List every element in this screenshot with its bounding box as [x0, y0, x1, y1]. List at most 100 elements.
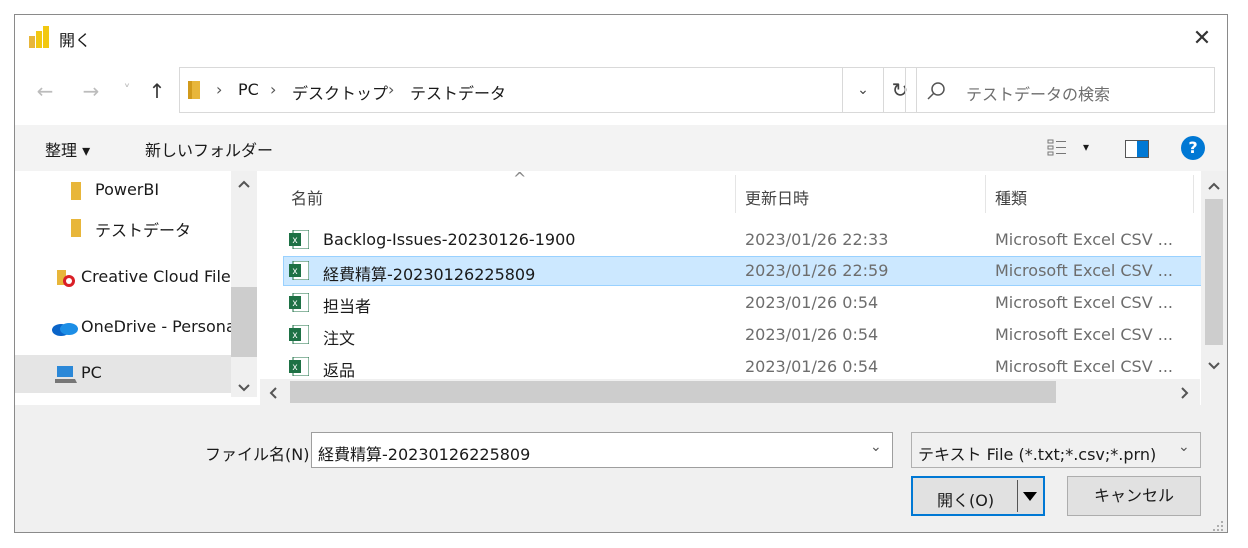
scroll-left-icon[interactable] — [268, 386, 278, 400]
view-options-icon[interactable] — [1047, 139, 1067, 157]
resize-grip-icon[interactable] — [1211, 519, 1225, 533]
excel-csv-icon: x — [289, 325, 309, 344]
search-box[interactable]: テストデータの検索 — [905, 67, 1215, 113]
file-type: Microsoft Excel CSV ... — [995, 230, 1173, 249]
svg-text:x: x — [293, 235, 298, 246]
recent-locations-button[interactable]: ˅ — [115, 75, 139, 107]
column-header-name[interactable]: 名前 — [291, 185, 323, 209]
help-button[interactable]: ? — [1181, 136, 1205, 160]
chevron-down-icon: ˅ — [123, 83, 131, 99]
file-list-scrollbar[interactable] — [1201, 171, 1227, 405]
sidebar-scroll-thumb[interactable] — [231, 287, 257, 357]
filename-label: ファイル名(N): — [205, 445, 315, 464]
address-bar[interactable]: › PC › デスクトップ › テストデータ — [179, 67, 843, 113]
scroll-down-icon[interactable] — [1207, 361, 1221, 371]
svg-text:x: x — [293, 330, 298, 341]
table-row[interactable]: x 担当者 2023/01/26 0:54 Microsoft Excel CS… — [283, 288, 1213, 318]
filename-input[interactable]: 経費精算-20230126225809 ⌄ — [311, 432, 893, 468]
dialog-title: 開く — [59, 31, 92, 50]
scroll-up-icon[interactable] — [1207, 181, 1221, 191]
filetype-value: テキスト File (*.txt;*.csv;*.prn) — [918, 445, 1157, 464]
table-row[interactable]: x Backlog-Issues-20230126-1900 2023/01/2… — [283, 225, 1213, 255]
excel-csv-icon: x — [289, 357, 309, 376]
file-list-scroll-thumb[interactable] — [1205, 199, 1223, 345]
hscroll-thumb[interactable] — [290, 381, 1056, 403]
table-row[interactable]: x 注文 2023/01/26 0:54 Microsoft Excel CSV… — [283, 320, 1213, 350]
breadcrumb-testdata[interactable]: テストデータ — [410, 80, 506, 104]
scroll-right-icon[interactable] — [1180, 386, 1190, 400]
file-date: 2023/01/26 0:54 — [745, 293, 879, 312]
file-name: Backlog-Issues-20230126-1900 — [323, 230, 576, 249]
folder-icon — [71, 182, 81, 200]
view-dropdown-icon[interactable]: ▾ — [1083, 140, 1089, 154]
file-list-hscrollbar[interactable] — [260, 379, 1200, 405]
onedrive-icon — [52, 323, 78, 336]
sidebar-item-label: PowerBI — [95, 180, 160, 199]
sidebar-item-testdata[interactable]: テストデータ — [15, 209, 231, 245]
filename-value: 経費精算-20230126225809 — [318, 445, 531, 464]
sidebar-item-onedrive[interactable]: OneDrive - Personal — [15, 309, 231, 345]
breadcrumb-pc[interactable]: PC — [238, 80, 259, 99]
file-date: 2023/01/26 0:54 — [745, 325, 879, 344]
chevron-down-icon: ⌄ — [857, 82, 869, 98]
folder-icon — [71, 219, 81, 237]
back-arrow-icon: ← — [36, 79, 54, 103]
sidebar-item-pc[interactable]: PC — [15, 355, 231, 393]
preview-pane-icon[interactable] — [1125, 140, 1149, 158]
column-divider[interactable] — [1193, 175, 1194, 213]
file-name: 返品 — [323, 361, 356, 379]
file-type: Microsoft Excel CSV ... — [995, 293, 1173, 312]
svg-text:x: x — [293, 266, 298, 277]
cancel-button[interactable]: キャンセル — [1067, 476, 1201, 516]
creative-cloud-icon — [57, 270, 75, 287]
filetype-select[interactable]: テキスト File (*.txt;*.csv;*.prn) ⌄ — [911, 432, 1201, 468]
svg-text:x: x — [293, 298, 298, 309]
sidebar-scrollbar[interactable] — [231, 171, 257, 397]
file-name: 担当者 — [323, 297, 372, 316]
sidebar-item-powerbi[interactable]: PowerBI — [15, 172, 231, 208]
column-header-type[interactable]: 種類 — [995, 185, 1027, 209]
open-button[interactable]: 開く(O) — [911, 476, 1045, 516]
sidebar-item-label: Creative Cloud Files — [81, 267, 231, 286]
column-divider[interactable] — [735, 175, 736, 213]
breadcrumb-separator: › — [270, 80, 277, 99]
file-date: 2023/01/26 22:33 — [745, 230, 889, 249]
column-divider[interactable] — [985, 175, 986, 213]
new-folder-button[interactable]: 新しいフォルダー — [145, 137, 273, 161]
scroll-up-icon[interactable] — [237, 179, 251, 189]
title-bar: 開く ✕ — [15, 15, 1227, 63]
sidebar-item-label: テストデータ — [95, 221, 192, 240]
up-arrow-icon: ↑ — [148, 79, 166, 103]
excel-csv-icon: x — [289, 230, 309, 249]
file-name: 経費精算-20230126225809 — [323, 265, 536, 284]
split-dropdown-icon[interactable] — [1023, 492, 1037, 502]
file-type: Microsoft Excel CSV ... — [995, 325, 1173, 344]
table-row[interactable]: x 返品 2023/01/26 0:54 Microsoft Excel CSV… — [283, 352, 1213, 379]
excel-csv-icon: x — [289, 293, 309, 312]
up-button[interactable]: ↑ — [145, 75, 169, 107]
address-dropdown-button[interactable]: ⌄ — [843, 67, 883, 113]
breadcrumb-separator: › — [388, 80, 395, 99]
chevron-down-icon: ⌄ — [1178, 439, 1190, 455]
organize-button[interactable]: 整理 ▾ — [45, 137, 90, 161]
breadcrumb-desktop[interactable]: デスクトップ — [292, 80, 388, 104]
scroll-down-icon[interactable] — [237, 383, 251, 393]
search-placeholder: テストデータの検索 — [966, 85, 1111, 104]
sidebar-item-label: PC — [81, 363, 102, 382]
chevron-down-icon[interactable]: ⌄ — [870, 439, 882, 455]
file-type: Microsoft Excel CSV ... — [995, 357, 1173, 376]
back-button[interactable]: ← — [33, 75, 57, 107]
file-date: 2023/01/26 22:59 — [745, 261, 889, 280]
forward-button[interactable]: → — [79, 75, 103, 107]
search-icon — [927, 82, 945, 100]
close-button[interactable]: ✕ — [1185, 23, 1219, 55]
help-icon: ? — [1188, 138, 1198, 157]
column-header-modified[interactable]: 更新日時 — [745, 185, 809, 209]
file-date: 2023/01/26 0:54 — [745, 357, 879, 376]
powerbi-icon — [29, 26, 49, 48]
sidebar-item-creative-cloud[interactable]: Creative Cloud Files — [15, 259, 231, 295]
sort-indicator-icon: ^ — [513, 171, 527, 188]
forward-arrow-icon: → — [82, 79, 100, 103]
file-type: Microsoft Excel CSV ... — [995, 261, 1173, 280]
table-row[interactable]: x 経費精算-20230126225809 2023/01/26 22:59 M… — [283, 256, 1213, 286]
